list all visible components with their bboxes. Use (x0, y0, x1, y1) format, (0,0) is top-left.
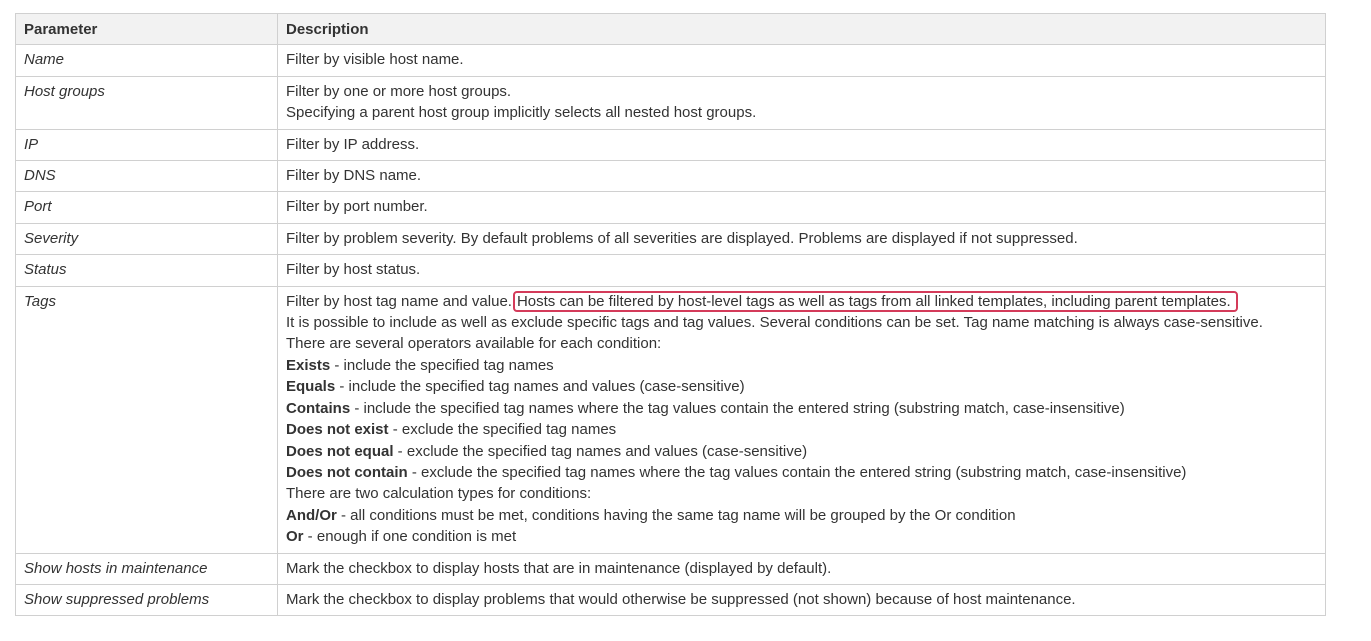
desc-line: Filter by one or more host groups. (286, 82, 512, 100)
table-row: Name Filter by visible host name. (15, 44, 1326, 77)
table-row: Show suppressed problems Mark the checkb… (15, 583, 1326, 617)
table-row: Show hosts in maintenance Mark the check… (15, 552, 1326, 585)
desc-line: Filter by host tag name and value. Hosts … (286, 290, 1317, 312)
operator-text: - include the specified tag names and va… (335, 378, 745, 396)
desc-line: There are two calculation types for cond… (286, 485, 592, 503)
desc-status: Filter by host status. (277, 254, 1326, 287)
header-parameter: Parameter (15, 12, 278, 46)
desc-ip: Filter by IP address. (277, 128, 1326, 162)
operator-text: - include the specified tag names where … (350, 399, 1125, 417)
table-row: Status Filter by host status. (15, 254, 1326, 287)
desc-line: It is possible to include as well as exc… (286, 314, 1263, 332)
calc-type-line: And/Or - all conditions must be met, con… (286, 505, 1317, 526)
param-show-suppressed-problems: Show suppressed problems (15, 583, 278, 617)
desc-dns: Filter by DNS name. (277, 160, 1326, 193)
calc-type-text: - all conditions must be met, conditions… (336, 506, 1016, 524)
desc-severity: Filter by problem severity. By default p… (277, 222, 1326, 256)
operator-line: Exists - include the specified tag names (286, 355, 1317, 376)
operator-line: Does not contain - exclude the specified… (286, 462, 1317, 483)
calc-type-text: - enough if one condition is met (303, 528, 517, 546)
param-status: Status (15, 254, 278, 287)
operator-text: - exclude the specified tag names and va… (393, 442, 808, 460)
param-dns: DNS (15, 160, 278, 193)
desc-show-hosts-in-maintenance: Mark the checkbox to display hosts that … (277, 552, 1326, 585)
desc-name: Filter by visible host name. (277, 44, 1326, 77)
table-row: Host groups Filter by one or more host g… (15, 75, 1326, 130)
table-row: Port Filter by port number. (15, 191, 1326, 224)
param-host-groups: Host groups (15, 75, 278, 130)
calc-type-line: Or - enough if one condition is met (286, 526, 1317, 547)
operator-text: - include the specified tag names (330, 356, 554, 374)
operator-term: Does not equal (286, 442, 394, 460)
operator-term: Does not contain (286, 463, 408, 481)
operator-text: - exclude the specified tag names where … (407, 463, 1187, 481)
param-tags: Tags (15, 285, 278, 554)
param-name: Name (15, 44, 278, 77)
table-row: IP Filter by IP address. (15, 128, 1326, 162)
operator-line: Equals - include the specified tag names… (286, 376, 1317, 397)
calc-type-term: And/Or (286, 506, 337, 524)
tags-intro: Filter by host tag name and value. (286, 292, 512, 310)
desc-host-groups: Filter by one or more host groups. Speci… (277, 75, 1326, 130)
operator-line: Does not exist - exclude the specified t… (286, 419, 1317, 440)
operator-term: Contains (286, 399, 351, 417)
table-row: Severity Filter by problem severity. By … (15, 222, 1326, 256)
table-row: DNS Filter by DNS name. (15, 160, 1326, 193)
operator-term: Does not exist (286, 421, 389, 439)
param-severity: Severity (15, 222, 278, 256)
desc-port: Filter by port number. (277, 191, 1326, 224)
calc-type-term: Or (286, 528, 304, 546)
operator-term: Equals (286, 378, 336, 396)
highlighted-note: Hosts can be filtered by host-level tags… (512, 290, 1238, 312)
param-show-hosts-in-maintenance: Show hosts in maintenance (15, 552, 278, 585)
desc-line: There are several operators available fo… (286, 335, 662, 353)
desc-show-suppressed-problems: Mark the checkbox to display problems th… (277, 583, 1326, 617)
param-port: Port (15, 191, 278, 224)
table-row: Tags Filter by host tag name and value. H… (15, 285, 1326, 554)
param-ip: IP (15, 128, 278, 162)
table-header-row: Parameter Description (15, 12, 1326, 46)
operator-line: Contains - include the specified tag nam… (286, 398, 1317, 419)
operator-term: Exists (286, 356, 331, 374)
desc-line: Specifying a parent host group implicitl… (286, 104, 757, 122)
parameters-table: Parameter Description Name Filter by vis… (15, 12, 1326, 617)
desc-tags: Filter by host tag name and value. Hosts … (277, 285, 1326, 554)
header-description: Description (277, 12, 1326, 46)
operator-text: - exclude the specified tag names (388, 421, 617, 439)
operator-line: Does not equal - exclude the specified t… (286, 441, 1317, 462)
